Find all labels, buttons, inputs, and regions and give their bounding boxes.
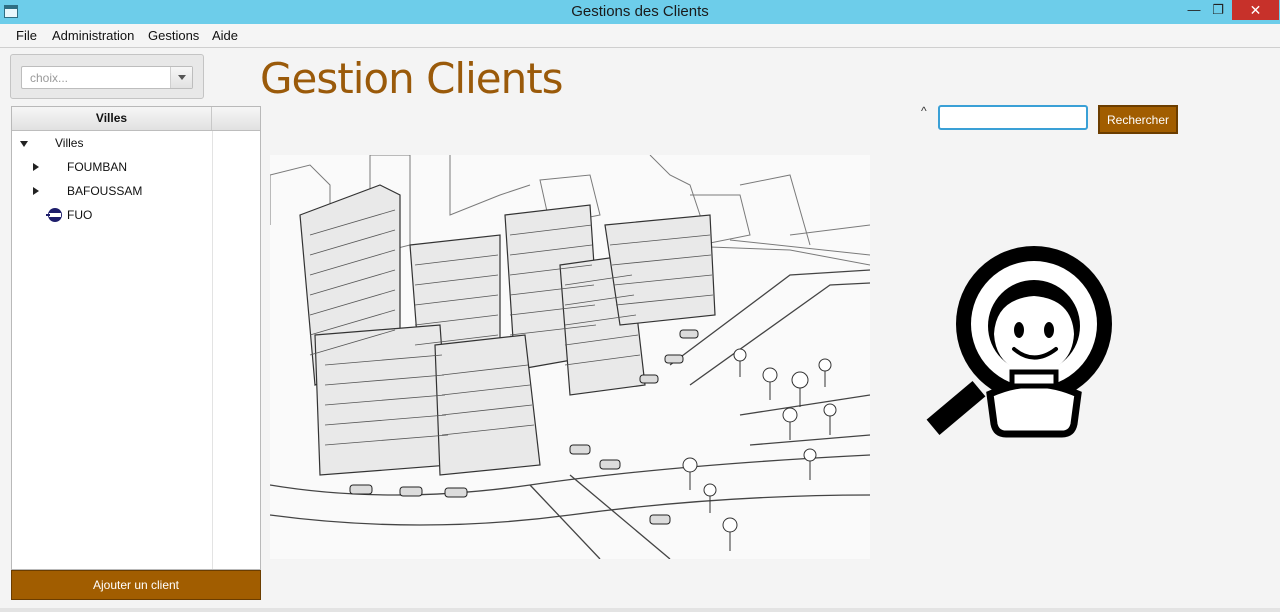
menu-aide[interactable]: Aide [212,28,238,43]
add-client-button[interactable]: Ajouter un client [11,570,261,600]
combo-container: choix... [10,54,204,99]
collapse-arrow-icon[interactable] [33,163,39,171]
tree-label-villes: Villes [55,136,84,150]
city-sketch-drawing [270,155,870,559]
expand-arrow-icon[interactable] [20,141,28,147]
villes-tree-table[interactable]: Villes Villes FOUMBAN BAFOUSSAM FUO [11,106,261,570]
menu-bar: File Administration Gestions Aide [0,24,1280,48]
search-input[interactable] [938,105,1088,130]
chevron-down-icon[interactable] [170,67,192,88]
title-bar: Gestions des Clients — ❐ ✕ [0,0,1280,24]
collapse-arrow-icon[interactable] [33,187,39,195]
tree-label-bafoussam: BAFOUSSAM [67,184,143,198]
close-button[interactable]: ✕ [1232,0,1279,20]
minimize-button[interactable]: — [1181,0,1207,20]
menu-administration[interactable]: Administration [52,28,134,43]
column-divider [212,131,213,569]
tree-label-foumban: FOUMBAN [67,160,127,174]
search-button[interactable]: Rechercher [1098,105,1178,134]
maximize-button[interactable]: ❐ [1205,0,1231,20]
menu-gestions[interactable]: Gestions [148,28,199,43]
search-caret-label: ^ [921,104,927,118]
tree-row-villes[interactable]: Villes [12,131,212,155]
city-sketch-image [270,155,870,559]
tree-label-fuo: FUO [67,208,93,222]
magnifier-search-icon [926,246,1112,438]
window-title: Gestions des Clients [571,3,709,20]
tree-row-fuo[interactable]: FUO [12,203,212,227]
combo-placeholder: choix... [30,71,69,85]
page-title: Gestion Clients [260,54,564,103]
column-header-villes[interactable]: Villes [12,107,212,130]
tree-row-bafoussam[interactable]: BAFOUSSAM [12,179,212,203]
status-bar [0,608,1280,612]
location-pin-icon [46,208,62,222]
menu-file[interactable]: File [16,28,37,43]
tree-row-foumban[interactable]: FOUMBAN [12,155,212,179]
tree-header: Villes [12,107,260,131]
choice-combobox[interactable]: choix... [21,66,193,89]
